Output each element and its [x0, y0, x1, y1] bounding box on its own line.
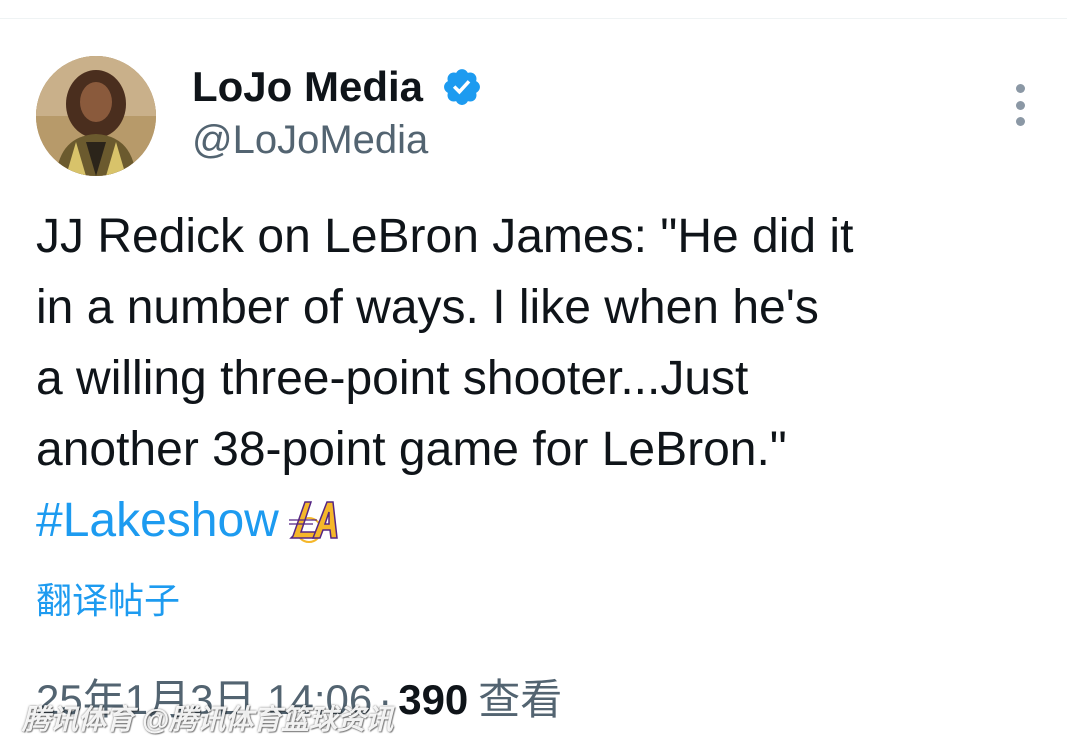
- display-name[interactable]: LoJo Media: [192, 62, 423, 112]
- views-count: 390: [398, 676, 469, 723]
- top-divider: [0, 18, 1067, 19]
- watermark: 腾讯体育 @腾讯体育篮球资讯: [22, 704, 394, 735]
- tweet-line: JJ Redick on LeBron James: "He did it: [36, 210, 854, 263]
- views-label: 查看: [478, 676, 563, 723]
- hashtag-line: #Lakeshow: [36, 485, 1036, 556]
- avatar-image: [36, 56, 156, 176]
- tweet-text: JJ Redick on LeBron James: "He did it in…: [36, 201, 1036, 556]
- more-options-button[interactable]: [1000, 80, 1040, 130]
- hashtag-link[interactable]: #Lakeshow: [36, 494, 279, 547]
- more-dot-icon: [1015, 117, 1025, 126]
- verified-badge-icon: [444, 69, 480, 105]
- avatar[interactable]: [36, 56, 156, 176]
- tweet-line: a willing three-point shooter...Just: [36, 352, 749, 405]
- more-dot-icon: [1015, 84, 1025, 93]
- tweet-line: in a number of ways. I like when he's: [36, 281, 819, 334]
- tweet-line: another 38-point game for LeBron.": [36, 423, 787, 476]
- translate-post-link[interactable]: 翻译帖子: [36, 578, 180, 624]
- more-dot-icon: [1015, 100, 1025, 110]
- lakers-logo-icon: [288, 501, 338, 543]
- user-handle[interactable]: @LoJoMedia: [192, 116, 428, 164]
